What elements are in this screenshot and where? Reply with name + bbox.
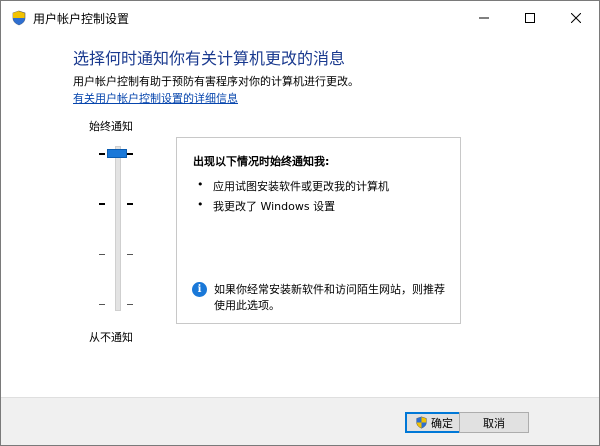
button-bar: 确定 取消	[1, 397, 599, 445]
slider-tick	[99, 153, 105, 155]
title-bar[interactable]: 用户帐户控制设置	[1, 1, 599, 35]
uac-settings-window: 用户帐户控制设置 选择何时通知你有关计算机更改的消息 用户帐户控制有助于预防有害…	[0, 0, 600, 446]
slider-tick	[127, 153, 133, 155]
window-title: 用户帐户控制设置	[33, 12, 130, 26]
slider-bottom-label: 从不通知	[89, 331, 133, 344]
info-icon: i	[192, 282, 207, 297]
minimize-icon	[479, 17, 489, 19]
bullet-item: 应用试图安装软件或更改我的计算机	[213, 180, 389, 193]
slider-tick	[99, 254, 105, 255]
description-text: 用户帐户控制有助于预防有害程序对你的计算机进行更改。	[73, 75, 359, 88]
close-icon	[571, 13, 581, 23]
uac-shield-icon	[12, 10, 26, 26]
slider-tick	[127, 254, 133, 255]
description-panel: 出现以下情况时始终通知我: • 应用试图安装软件或更改我的计算机 • 我更改了 …	[176, 137, 461, 324]
slider-tick	[127, 304, 133, 305]
uac-shield-icon	[416, 416, 427, 429]
bullet-dot: •	[197, 178, 204, 191]
bullet-item: 我更改了 Windows 设置	[213, 200, 336, 213]
slider-tick	[127, 203, 133, 205]
panel-title: 出现以下情况时始终通知我:	[193, 155, 330, 168]
ok-button[interactable]: 确定	[405, 412, 463, 433]
maximize-icon	[525, 13, 535, 23]
cancel-button[interactable]: 取消	[459, 412, 529, 433]
maximize-button[interactable]	[507, 1, 553, 35]
bullet-dot: •	[197, 198, 204, 211]
details-link[interactable]: 有关用户帐户控制设置的详细信息	[73, 90, 238, 106]
notification-slider-track[interactable]	[115, 146, 121, 311]
slider-tick	[99, 304, 105, 305]
notification-slider-thumb[interactable]	[107, 149, 127, 158]
slider-top-label: 始终通知	[89, 120, 133, 133]
cancel-button-label: 取消	[483, 416, 505, 430]
slider-tick	[99, 203, 105, 205]
minimize-button[interactable]	[461, 1, 507, 35]
page-heading: 选择何时通知你有关计算机更改的消息	[73, 49, 346, 68]
info-text: 如果你经常安装新软件和访问陌生网站，则推荐使用此选项。	[214, 283, 445, 312]
ok-button-label: 确定	[431, 416, 453, 430]
close-button[interactable]	[553, 1, 599, 35]
